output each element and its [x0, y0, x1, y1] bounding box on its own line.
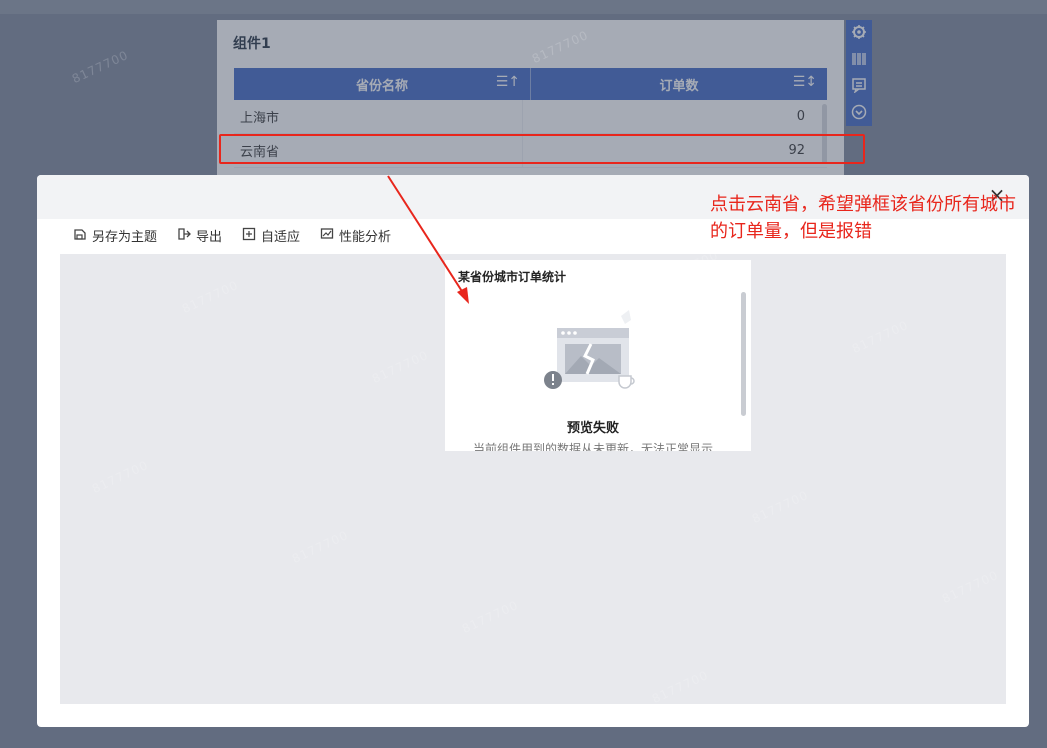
annotation-note: 点击云南省，希望弹框该省份所有城市的订单量，但是报错: [710, 194, 1016, 242]
annotation-arrow: [387, 175, 469, 304]
